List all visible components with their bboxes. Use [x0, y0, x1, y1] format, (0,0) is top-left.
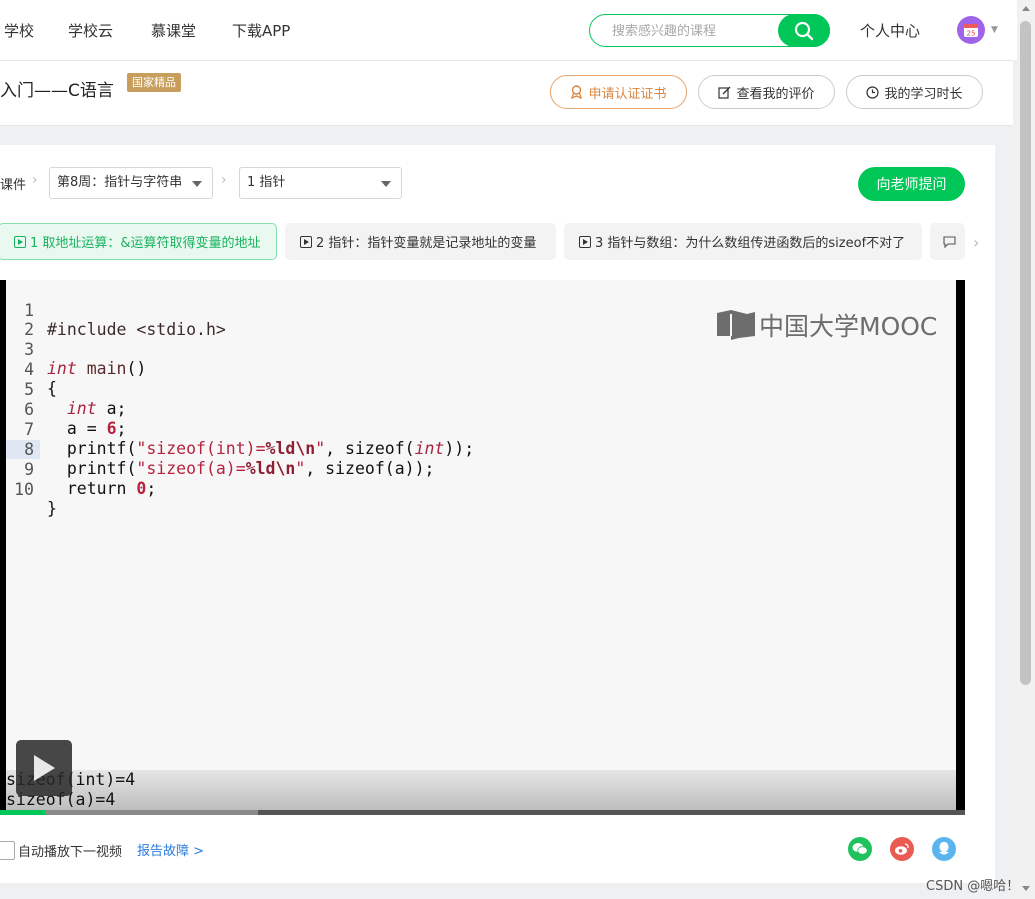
avatar[interactable]: 25	[957, 16, 985, 44]
discussion-icon	[943, 235, 956, 248]
wechat-icon	[852, 843, 868, 855]
calendar-icon: 25	[964, 24, 978, 38]
week-select[interactable]: 第8周：指针与字符串	[49, 167, 213, 199]
apply-certificate-button[interactable]: 申请认证证书	[550, 75, 687, 109]
video-player[interactable]: 1 #include <stdio.h> 2 3 int main() 4 { …	[0, 280, 965, 815]
lesson-select-value: 1 指针	[247, 175, 286, 190]
edit-icon	[718, 86, 731, 99]
video-icon	[14, 235, 26, 248]
study-time-label: 我的学习时长	[884, 86, 963, 102]
award-icon	[571, 85, 583, 99]
lesson-tab-label: 2 指针：指针变量就是记录地址的变量	[316, 236, 537, 251]
clock-icon	[866, 85, 880, 99]
my-review-label: 查看我的评价	[736, 86, 815, 102]
video-icon	[300, 235, 312, 248]
share-wechat-button[interactable]	[848, 837, 872, 861]
output-line: sizeof(a)=4	[6, 790, 116, 809]
course-title: 入门——C语言	[0, 81, 114, 101]
share-weibo-button[interactable]	[890, 837, 914, 861]
search-icon	[794, 21, 814, 40]
scroll-down-arrow-icon[interactable]	[1022, 886, 1030, 891]
progress-played	[0, 810, 46, 815]
search-box	[589, 14, 830, 47]
qq-icon	[939, 841, 949, 855]
nav-item-mooc-class[interactable]: 慕课堂	[151, 20, 196, 41]
csdn-watermark: CSDN @嗯哈！	[926, 879, 1020, 894]
nav-item-school-cloud[interactable]: 学校云	[68, 20, 113, 41]
scroll-thumb[interactable]	[1020, 21, 1031, 685]
national-quality-badge: 国家精品	[127, 73, 181, 92]
chevron-down-icon[interactable]: ▼	[991, 25, 998, 35]
dropdown-caret-icon	[381, 181, 391, 187]
ask-teacher-button[interactable]: 向老师提问	[858, 167, 965, 201]
chevron-right-icon: ›	[221, 172, 227, 188]
share-qq-button[interactable]	[932, 837, 956, 861]
play-icon	[34, 755, 55, 781]
lesson-tab-4[interactable]	[930, 223, 965, 260]
report-issue-link[interactable]: 报告故障 >	[137, 840, 204, 859]
lesson-select[interactable]: 1 指针	[239, 167, 402, 199]
top-nav: 学校 学校云 慕课堂 下载APP 个人中心 25 ▼	[0, 0, 1017, 60]
search-button[interactable]	[778, 14, 830, 47]
video-frame: 1 #include <stdio.h> 2 3 int main() 4 { …	[6, 280, 956, 770]
lesson-tab-1[interactable]: 1 取地址运算：&运算符取得变量的地址	[0, 223, 277, 260]
courseware-panel: 课件 › 第8周：指针与字符串 › 1 指针 向老师提问 1 取地址运算：&运算…	[0, 145, 995, 883]
lesson-tab-2[interactable]: 2 指针：指针变量就是记录地址的变量	[285, 223, 556, 260]
week-select-value: 第8周：指针与字符串	[57, 175, 183, 190]
output-line: sizeof(int)=4	[6, 770, 956, 790]
tabs-next-arrow-icon[interactable]: ›	[973, 233, 979, 252]
program-output: sizeof(int)=4 sizeof(a)=4	[6, 770, 956, 810]
play-button[interactable]	[16, 740, 72, 796]
lesson-tab-label: 3 指针与数组：为什么数组传进函数后的sizeof不对了	[595, 236, 906, 251]
my-review-button[interactable]: 查看我的评价	[698, 75, 835, 109]
nav-item-school[interactable]: 学校	[4, 20, 34, 41]
autoplay-label: 自动播放下一视频	[18, 845, 123, 860]
autoplay-checkbox[interactable]	[0, 841, 15, 860]
scroll-up-arrow-icon[interactable]	[1022, 6, 1030, 11]
watermark-text: 中国大学MOOC	[759, 312, 938, 341]
study-time-button[interactable]: 我的学习时长	[846, 75, 983, 109]
lesson-tab-label: 1 取地址运算：&运算符取得变量的地址	[30, 236, 261, 251]
personal-center-link[interactable]: 个人中心	[860, 20, 920, 41]
avatar-text: 25	[967, 30, 976, 38]
breadcrumb-courseware[interactable]: 课件	[0, 174, 26, 193]
apply-certificate-label: 申请认证证书	[588, 86, 667, 102]
dropdown-caret-icon	[192, 181, 202, 187]
search-input[interactable]	[612, 22, 772, 40]
page-scrollbar[interactable]	[1017, 0, 1035, 899]
course-header: 入门——C语言 国家精品 申请认证证书 查看我的评价 我的学习时长	[0, 60, 1013, 126]
code-line-10: }	[47, 499, 57, 518]
video-progress-bar[interactable]	[0, 810, 965, 815]
video-icon	[579, 235, 591, 248]
line-number: 10	[14, 480, 34, 499]
chevron-right-icon: ›	[32, 172, 38, 188]
weibo-icon	[895, 843, 909, 855]
lesson-tab-3[interactable]: 3 指针与数组：为什么数组传进函数后的sizeof不对了	[564, 223, 922, 260]
mooc-logo-icon	[717, 310, 755, 340]
nav-item-download-app[interactable]: 下载APP	[232, 20, 290, 41]
mooc-watermark: 中国大学MOOC	[717, 307, 937, 343]
